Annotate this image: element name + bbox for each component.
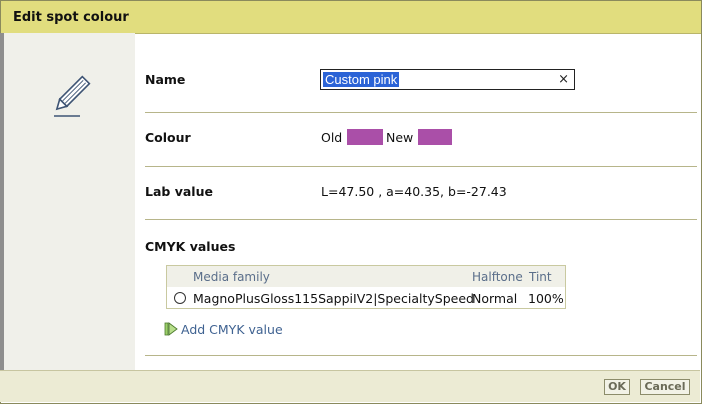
media-family-cell: MagnoPlusGloss115SappiIV2|SpecialtySpeed [193, 291, 474, 306]
lab-value: L=47.50 , a=40.35, b=-27.43 [321, 184, 507, 199]
name-label: Name [145, 72, 186, 87]
separator [145, 219, 697, 220]
separator [145, 355, 697, 356]
name-input[interactable]: Custom pink × [320, 69, 575, 90]
cmyk-values-label: CMYK values [145, 239, 236, 254]
lab-value-label: Lab value [145, 184, 213, 199]
new-colour-swatch [418, 129, 452, 145]
add-arrow-icon [164, 322, 178, 336]
add-cmyk-value-label: Add CMYK value [181, 322, 283, 337]
halftone-cell: Normal [472, 291, 518, 306]
pencil-icon [54, 75, 91, 117]
cmyk-table: Media family Halftone Tint MagnoPlusGlos… [166, 265, 566, 309]
ok-button[interactable]: OK [604, 379, 630, 395]
dialog-title: Edit spot colour [13, 10, 129, 25]
name-input-value: Custom pink [323, 72, 400, 87]
old-colour-label: Old [321, 130, 343, 145]
row-radio-button[interactable] [174, 292, 186, 304]
colour-label: Colour [145, 130, 191, 145]
dialog-titlebar: Edit spot colour [1, 1, 701, 34]
old-colour-swatch [347, 129, 383, 145]
separator [145, 166, 697, 167]
new-colour-label: New [386, 130, 414, 145]
clear-icon[interactable]: × [558, 72, 569, 87]
table-header: Media family Halftone Tint [167, 266, 565, 287]
column-header-tint[interactable]: Tint [529, 270, 552, 284]
tint-cell: 100% [528, 291, 564, 306]
dialog-footer: OK Cancel [0, 370, 700, 402]
column-header-media-family[interactable]: Media family [193, 270, 270, 284]
column-header-halftone[interactable]: Halftone [472, 270, 523, 284]
separator [145, 112, 697, 113]
cancel-button[interactable]: Cancel [640, 379, 690, 395]
